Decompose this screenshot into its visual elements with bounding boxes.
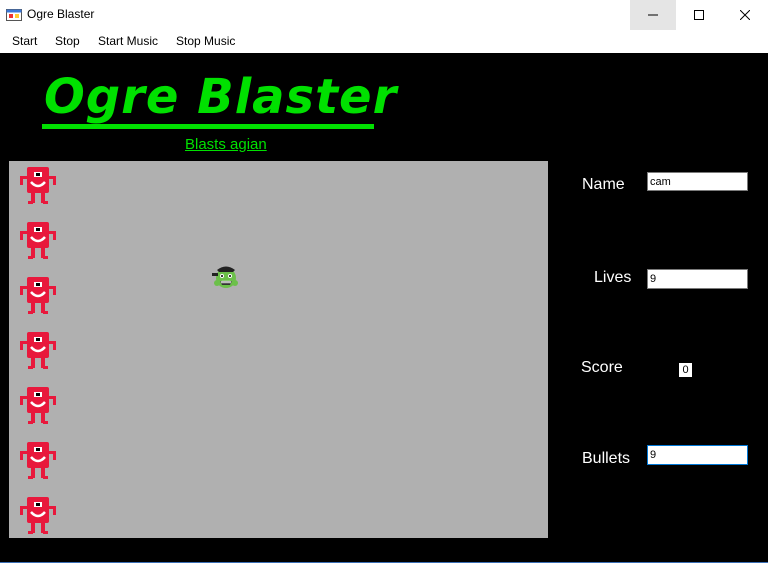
menu-start[interactable]: Start <box>12 34 37 48</box>
red-ogre-icon[interactable] <box>20 495 56 537</box>
red-ogre-icon[interactable] <box>20 440 56 482</box>
close-icon <box>740 10 750 20</box>
red-ogre-icon[interactable] <box>20 330 56 372</box>
game-area[interactable] <box>9 161 548 538</box>
name-label: Name <box>582 176 625 193</box>
score-label: Score <box>581 359 623 376</box>
client-area: Ogre Blaster Blasts agian Name Lives Sco… <box>0 53 768 562</box>
window-title: Ogre Blaster <box>27 7 95 21</box>
red-ogre-icon[interactable] <box>20 220 56 262</box>
minimize-button[interactable] <box>630 0 676 30</box>
lives-input[interactable] <box>647 269 748 289</box>
window-bottom-border <box>0 562 768 567</box>
menu-stop-music[interactable]: Stop Music <box>176 34 235 48</box>
app-window-icon <box>6 9 22 21</box>
red-ogre-icon[interactable] <box>20 385 56 427</box>
menu-bar: Start Stop Start Music Stop Music <box>0 30 768 53</box>
name-input[interactable] <box>647 172 748 191</box>
menu-stop[interactable]: Stop <box>55 34 80 48</box>
bullets-label: Bullets <box>582 450 631 467</box>
maximize-icon <box>694 10 704 20</box>
green-ogre-player-icon[interactable] <box>209 261 243 291</box>
menu-start-music[interactable]: Start Music <box>98 34 158 48</box>
subtitle-link[interactable]: Blasts agian <box>185 136 267 153</box>
title-underline <box>42 124 374 129</box>
score-value: 0 <box>679 363 692 377</box>
minimize-icon <box>648 14 658 16</box>
bullets-input[interactable] <box>647 445 748 465</box>
red-ogre-icon[interactable] <box>20 275 56 317</box>
app-title: Ogre Blaster <box>44 69 398 125</box>
maximize-button[interactable] <box>676 0 722 30</box>
red-ogre-icon[interactable] <box>20 165 56 207</box>
close-button[interactable] <box>722 0 768 30</box>
title-bar: Ogre Blaster <box>0 0 768 30</box>
lives-label: Lives <box>594 269 632 286</box>
